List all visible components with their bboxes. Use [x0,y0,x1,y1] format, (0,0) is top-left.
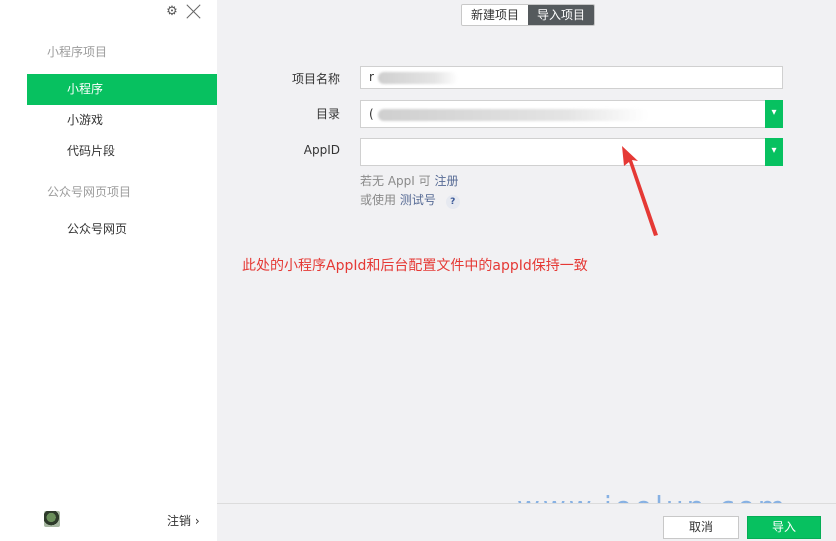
settings-gear-icon[interactable]: ⚙ [165,4,179,19]
logout-label: 注销 [167,514,192,528]
close-icon[interactable] [185,2,203,20]
window-controls: ⚙ [165,2,203,20]
sidebar-item-miniprogram[interactable]: 小程序 [27,74,217,105]
main-panel: 新建项目 导入项目 项目名称 r 目录 ( ▾ AppID ▾ 若无 AppI … [217,0,836,541]
avatar[interactable] [44,511,60,527]
sidebar: ⚙ 小程序项目 小程序 小游戏 代码片段 公众号网页项目 公众号网页 注销 › [0,0,217,541]
section-label-miniprogram: 小程序项目 [47,45,108,59]
dialog-footer: 取消 导入 [217,503,836,541]
sidebar-item-code-snippet[interactable]: 代码片段 [27,136,217,167]
sidebar-footer: 注销 › [0,503,217,541]
section-label-official-account: 公众号网页项目 [47,185,132,199]
annotation-text: 此处的小程序AppId和后台配置文件中的appId保持一致 [242,258,588,274]
cancel-button[interactable]: 取消 [663,516,739,539]
import-button[interactable]: 导入 [747,516,821,539]
chevron-right-icon: › [194,514,200,528]
logout-button[interactable]: 注销 › [167,512,200,529]
sidebar-item-minigame[interactable]: 小游戏 [27,105,217,136]
sidebar-item-official-web[interactable]: 公众号网页 [27,214,217,245]
